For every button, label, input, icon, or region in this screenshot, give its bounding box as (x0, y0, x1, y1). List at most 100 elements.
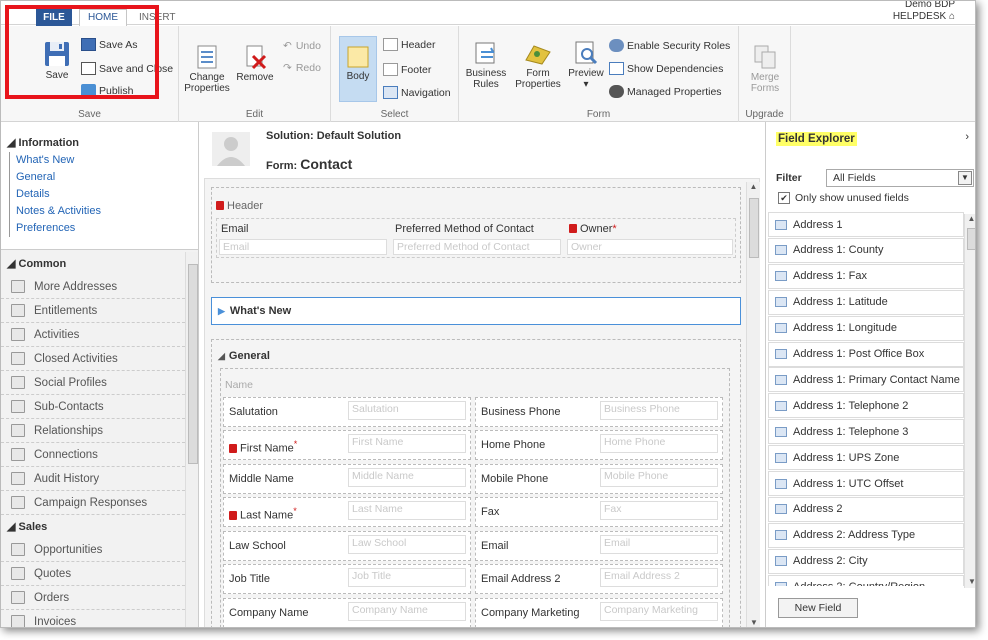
nav-item[interactable]: Connections (1, 443, 185, 467)
form-scrollbar-thumb[interactable] (749, 198, 759, 258)
field-list-item[interactable]: Address 1: Primary Contact Name (768, 367, 964, 393)
merge-forms-button[interactable]: Merge Forms (743, 44, 787, 94)
nav-link-preferences[interactable]: Preferences (16, 220, 101, 237)
field-list-item[interactable]: Address 2: Country/Region (768, 574, 964, 586)
form-field-row[interactable]: Fax Fax (475, 497, 723, 527)
remove-button[interactable]: Remove (235, 44, 275, 83)
preview-button[interactable]: Preview ▾ (567, 40, 605, 90)
form-scrollbar[interactable]: ▲ ▼ (746, 182, 760, 627)
nav-item[interactable]: Activities (1, 323, 185, 347)
form-field-row[interactable]: Email Email (475, 531, 723, 561)
field-list-item[interactable]: Address 2: Address Type (768, 522, 964, 548)
scroll-down-icon[interactable]: ▼ (968, 577, 975, 586)
navigation-button[interactable]: Navigation (383, 86, 451, 99)
header-field-placeholder[interactable]: Owner (567, 239, 733, 255)
new-field-button[interactable]: New Field (778, 598, 858, 618)
form-field-placeholder[interactable]: Email (600, 535, 718, 554)
header-field-placeholder[interactable]: Preferred Method of Contact (393, 239, 561, 255)
footer-button[interactable]: Footer (383, 63, 431, 76)
form-field-placeholder[interactable]: Last Name (348, 501, 466, 520)
nav-link-whats-new[interactable]: What's New (16, 152, 101, 169)
field-list-scrollbar[interactable]: ▲ ▼ (964, 214, 975, 588)
form-field-row[interactable]: Salutation Salutation (223, 397, 471, 427)
form-properties-button[interactable]: Form Properties (511, 40, 565, 90)
whats-new-tab[interactable]: ▶ What's New (211, 297, 741, 325)
form-field-row[interactable]: Law School Law School (223, 531, 471, 561)
form-field-row[interactable]: Last Name* Last Name (223, 497, 471, 527)
nav-item[interactable]: Orders (1, 586, 185, 610)
information-heading[interactable]: ◢ Information (7, 136, 79, 149)
form-field-row[interactable]: First Name* First Name (223, 430, 471, 460)
form-field-placeholder[interactable]: Middle Name (348, 468, 466, 487)
filter-select[interactable]: All Fields ▼ (826, 169, 974, 187)
field-list-item[interactable]: Address 1: County (768, 237, 964, 263)
field-list-item[interactable]: Address 2 (768, 496, 964, 522)
nav-link-general[interactable]: General (16, 169, 101, 186)
nav-link-details[interactable]: Details (16, 186, 101, 203)
form-field-row[interactable]: Middle Name Middle Name (223, 464, 471, 494)
redo-button[interactable]: ↷ Redo (283, 62, 321, 74)
scroll-down-icon[interactable]: ▼ (750, 618, 758, 627)
form-field-row[interactable]: Home Phone Home Phone (475, 430, 723, 460)
form-field-placeholder[interactable]: Company Marketing (600, 602, 718, 621)
field-list-item[interactable]: Address 1: Post Office Box (768, 341, 964, 367)
user-info[interactable]: Demo BDP HELPDESK ⌂ (893, 1, 955, 23)
form-field-placeholder[interactable]: Home Phone (600, 434, 718, 453)
field-list-item[interactable]: Address 1 (768, 212, 964, 237)
form-field-row[interactable]: Business Phone Business Phone (475, 397, 723, 427)
form-field-row[interactable]: Job Title Job Title (223, 564, 471, 594)
form-field-placeholder[interactable]: Email Address 2 (600, 568, 718, 587)
form-field-placeholder[interactable]: Salutation (348, 401, 466, 420)
nav-scrollbar[interactable] (185, 252, 198, 627)
form-field-placeholder[interactable]: Law School (348, 535, 466, 554)
scroll-up-icon[interactable]: ▲ (747, 182, 760, 191)
nav-item[interactable]: Opportunities (1, 538, 185, 562)
form-field-placeholder[interactable]: Company Name (348, 602, 466, 621)
form-field-row[interactable]: Email Address 2 Email Address 2 (475, 564, 723, 594)
sales-heading[interactable]: ◢ Sales (1, 515, 185, 538)
common-heading[interactable]: ◢ Common (1, 252, 185, 275)
change-properties-button[interactable]: Change Properties (183, 44, 231, 94)
nav-link-notes-activities[interactable]: Notes & Activities (16, 203, 101, 220)
scroll-up-icon[interactable]: ▲ (965, 214, 975, 223)
nav-item[interactable]: Campaign Responses (1, 491, 185, 515)
field-list-item[interactable]: Address 1: Latitude (768, 289, 964, 315)
nav-item[interactable]: Quotes (1, 562, 185, 586)
nav-item[interactable]: Relationships (1, 419, 185, 443)
only-unused-checkbox[interactable]: ✔ Only show unused fields (778, 192, 909, 204)
collapse-panel-icon[interactable]: › (965, 131, 969, 143)
show-dependencies-button[interactable]: Show Dependencies (609, 62, 723, 75)
nav-item[interactable]: More Addresses (1, 275, 185, 299)
business-rules-button[interactable]: Business Rules (465, 40, 507, 90)
nav-item[interactable]: Audit History (1, 467, 185, 491)
field-list-item[interactable]: Address 1: Fax (768, 263, 964, 289)
form-field-placeholder[interactable]: Mobile Phone (600, 468, 718, 487)
form-field-row[interactable]: Company Name Company Name (223, 598, 471, 627)
form-field-row[interactable]: Mobile Phone Mobile Phone (475, 464, 723, 494)
managed-properties-button[interactable]: Managed Properties (609, 85, 722, 98)
header-section[interactable]: Header Email Email Preferred Method of C… (211, 187, 741, 283)
nav-item[interactable]: Closed Activities (1, 347, 185, 371)
nav-scrollbar-thumb[interactable] (188, 264, 198, 464)
form-field-placeholder[interactable]: Fax (600, 501, 718, 520)
field-list-item[interactable]: Address 1: UTC Offset (768, 471, 964, 496)
nav-item[interactable]: Entitlements (1, 299, 185, 323)
nav-item[interactable]: Invoices (1, 610, 185, 627)
field-list-item[interactable]: Address 1: UPS Zone (768, 445, 964, 471)
field-list-scrollbar-thumb[interactable] (967, 228, 975, 250)
field-list-item[interactable]: Address 1: Longitude (768, 315, 964, 341)
form-field-placeholder[interactable]: Job Title (348, 568, 466, 587)
header-field-placeholder[interactable]: Email (219, 239, 387, 255)
enable-security-roles-button[interactable]: Enable Security Roles (609, 39, 730, 52)
field-list-item[interactable]: Address 1: Telephone 3 (768, 419, 964, 445)
header-button[interactable]: Header (383, 38, 435, 51)
body-button[interactable]: Body (339, 36, 377, 102)
field-list-item[interactable]: Address 1: Telephone 2 (768, 393, 964, 419)
nav-item[interactable]: Sub-Contacts (1, 395, 185, 419)
form-field-row[interactable]: Company Marketing Company Marketing (475, 598, 723, 627)
nav-item[interactable]: Social Profiles (1, 371, 185, 395)
form-field-placeholder[interactable]: First Name (348, 434, 466, 453)
undo-button[interactable]: ↶ Undo (283, 40, 321, 52)
field-list-item[interactable]: Address 2: City (768, 548, 964, 574)
form-field-placeholder[interactable]: Business Phone (600, 401, 718, 420)
